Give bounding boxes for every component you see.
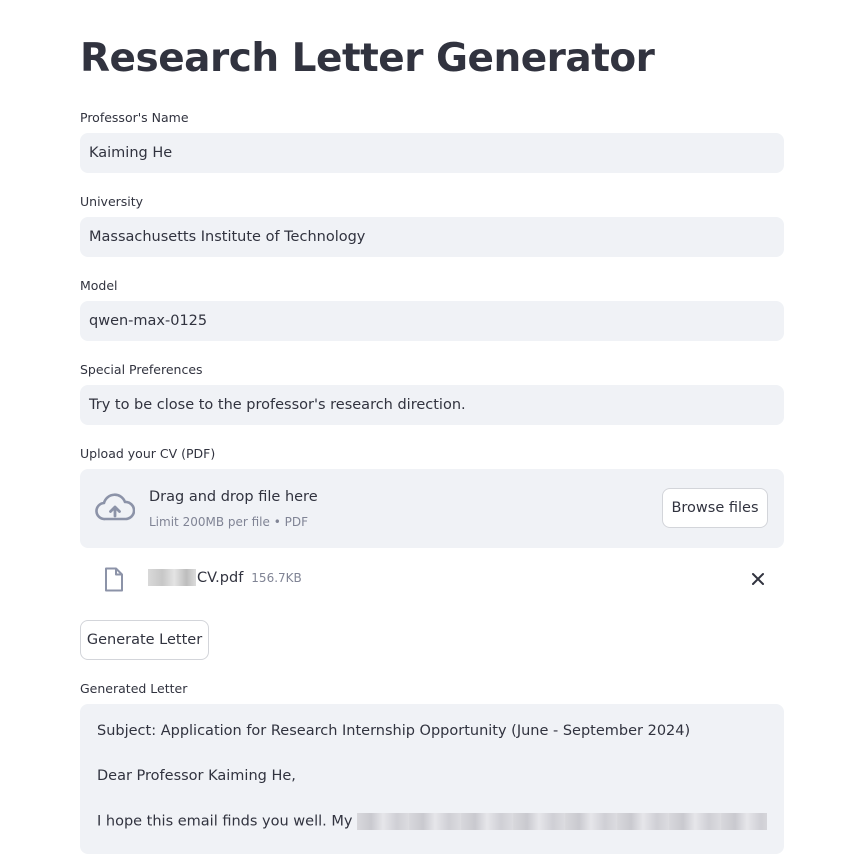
uploaded-file-row: CV.pdf 156.7KB	[80, 560, 784, 600]
generated-letter-label: Generated Letter	[80, 681, 188, 696]
university-input[interactable]: Massachusetts Institute of Technology	[80, 217, 784, 257]
letter-body-line: I hope this email finds you well. My	[97, 813, 768, 830]
upload-cv-label: Upload your CV (PDF)	[80, 446, 216, 461]
uploaded-file-name: CV.pdf	[197, 569, 244, 586]
letter-body-text: I hope this email finds you well. My	[97, 813, 358, 830]
professor-name-label: Professor's Name	[80, 110, 189, 125]
redacted-text	[357, 813, 768, 830]
cloud-upload-icon	[95, 493, 135, 521]
letter-subject-line: Subject: Application for Research Intern…	[97, 723, 691, 739]
close-icon[interactable]	[750, 571, 766, 587]
generated-letter-textarea[interactable]: Subject: Application for Research Intern…	[80, 704, 784, 854]
university-label: University	[80, 194, 144, 209]
special-preferences-label: Special Preferences	[80, 362, 203, 377]
model-input[interactable]: qwen-max-0125	[80, 301, 784, 341]
uploaded-file-info: CV.pdf 156.7KB	[148, 569, 302, 586]
letter-greeting-line: Dear Professor Kaiming He,	[97, 768, 296, 784]
special-preferences-input[interactable]: Try to be close to the professor's resea…	[80, 385, 784, 425]
page-title: Research Letter Generator	[80, 36, 655, 81]
generate-letter-button[interactable]: Generate Letter	[80, 620, 209, 660]
redacted-text	[148, 569, 196, 586]
dropzone-limit: Limit 200MB per file • PDF	[149, 515, 308, 529]
dropzone-title: Drag and drop file here	[149, 489, 318, 505]
browse-files-button[interactable]: Browse files	[662, 488, 768, 528]
uploaded-file-size: 156.7KB	[251, 570, 302, 585]
file-icon	[105, 567, 123, 592]
file-dropzone[interactable]: Drag and drop file here Limit 200MB per …	[80, 469, 784, 548]
professor-name-input[interactable]: Kaiming He	[80, 133, 784, 173]
model-label: Model	[80, 278, 118, 293]
